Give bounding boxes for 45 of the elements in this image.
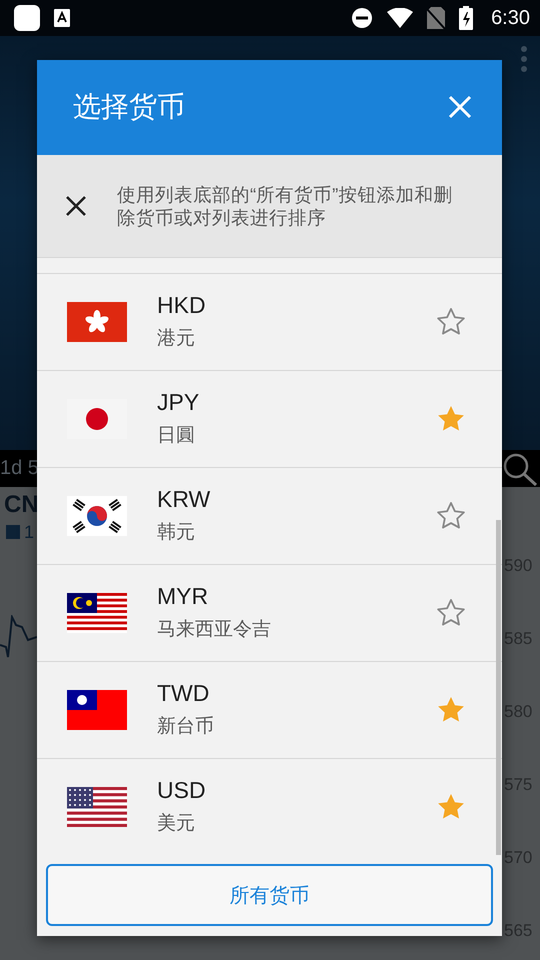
currency-code: JPY (157, 389, 200, 416)
star-icon[interactable] (436, 695, 466, 724)
currency-row[interactable]: KRW 韩元 (37, 468, 502, 565)
star-icon[interactable] (436, 307, 466, 336)
currency-code: MYR (157, 583, 210, 610)
currency-name: 韩元 (157, 521, 196, 546)
do-not-disturb-icon (351, 7, 374, 29)
star-icon[interactable] (436, 404, 466, 434)
star-icon[interactable] (436, 598, 466, 628)
flag-icon (67, 496, 127, 536)
app-icon (14, 5, 40, 31)
battery-icon (459, 6, 474, 30)
hint-text: 使用列表底部的“所有货币”按钮添加和删除货币或对列表进行排序 (117, 182, 454, 229)
currency-code: TWD (157, 680, 210, 708)
all-currencies-button[interactable]: 所有货币 (46, 864, 493, 926)
star-icon[interactable] (436, 792, 466, 822)
dismiss-button[interactable] (65, 194, 87, 217)
flag-icon (67, 690, 127, 730)
flag-icon (67, 302, 127, 342)
scrollbar[interactable] (496, 520, 501, 855)
legend-swatch (6, 525, 20, 539)
currency-row[interactable]: JPY 日圓 (37, 370, 502, 468)
pair-label: CN (3, 490, 39, 519)
search-icon[interactable] (502, 452, 538, 486)
price-line-drawing (0, 615, 37, 659)
close-button[interactable] (448, 95, 472, 120)
currency-name: 马来西亚令吉 (157, 618, 272, 642)
wifi-icon (387, 8, 414, 28)
currency-row[interactable]: HKD 港元 (37, 274, 502, 371)
flag-icon (67, 592, 127, 633)
currency-code: HKD (157, 292, 207, 320)
currency-name: 新台币 (157, 715, 215, 740)
star-icon[interactable] (436, 501, 466, 530)
legend-label: 1 (24, 522, 34, 542)
currency-name: 美元 (157, 812, 196, 836)
dialog-title: 选择货币 (73, 90, 185, 124)
currency-code: KRW (157, 486, 212, 514)
clock-time: 6:30 (491, 6, 530, 30)
currency-name: 港元 (157, 327, 196, 352)
notification-icon (54, 9, 70, 27)
flag-icon (67, 786, 127, 827)
currency-name: 日圓 (157, 424, 196, 448)
more-options-icon[interactable] (520, 46, 528, 72)
currency-code: USD (157, 777, 207, 804)
no-sim-icon (427, 7, 446, 29)
